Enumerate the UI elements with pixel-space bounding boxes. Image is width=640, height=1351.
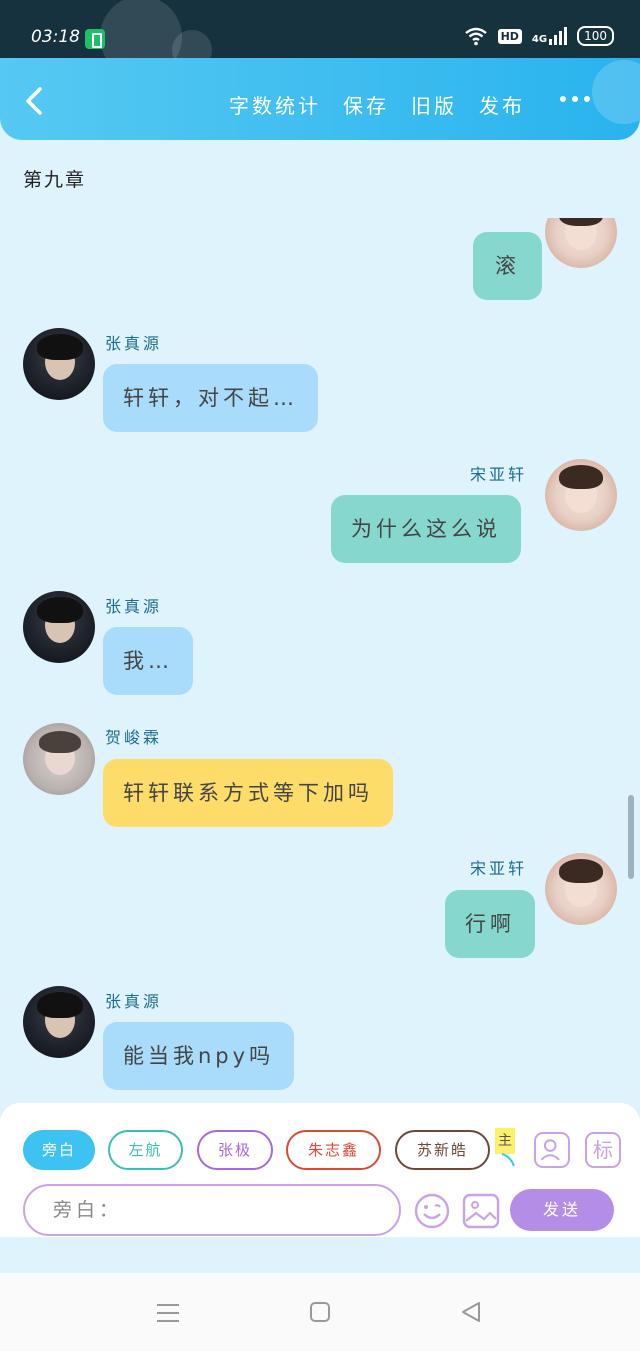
old-version-button[interactable]: 旧版 — [411, 90, 457, 119]
message-bubble[interactable]: 能当我npy吗 — [103, 1022, 295, 1090]
editor-header: 字数统计 保存 旧版 发布 — [0, 58, 640, 140]
sender-name: 张真源 — [105, 334, 163, 353]
scrollbar[interactable] — [628, 795, 634, 879]
message-bubble[interactable]: 为什么这么说 — [331, 495, 521, 563]
home-icon[interactable] — [309, 1301, 331, 1323]
back-nav-icon[interactable] — [459, 1300, 483, 1324]
send-button[interactable]: 发送 — [510, 1189, 614, 1231]
decorative-bubble — [592, 60, 640, 124]
message-bubble[interactable]: 轩轩联系方式等下加吗 — [103, 759, 393, 827]
sender-name: 贺峻霖 — [105, 728, 163, 747]
person-icon — [540, 1139, 560, 1161]
save-button[interactable]: 保存 — [343, 90, 389, 119]
image-icon[interactable] — [462, 1193, 500, 1229]
emoji-icon[interactable] — [413, 1192, 451, 1230]
message-bubble[interactable]: 轩轩，对不起… — [103, 364, 318, 432]
message-bubble[interactable]: 滚 — [473, 232, 542, 300]
sender-name: 张真源 — [105, 597, 163, 616]
menu-icon[interactable] — [156, 1302, 180, 1324]
more-dot-icon — [560, 96, 566, 102]
header-actions: 字数统计 保存 旧版 发布 — [229, 90, 525, 119]
zhang-zhenyuan-avatar[interactable] — [23, 328, 95, 400]
battery-icon: 100 — [577, 26, 614, 46]
mark-button[interactable]: 标 — [585, 1132, 621, 1168]
more-dot-icon — [584, 96, 590, 102]
character-chip-narration[interactable]: 旁白 — [23, 1130, 95, 1170]
hd-icon: HD — [497, 28, 522, 44]
song-yaxuan-avatar[interactable] — [545, 218, 617, 268]
message-bubble[interactable]: 行啊 — [445, 890, 535, 958]
system-navigation-bar — [0, 1273, 640, 1351]
clock: 03:18 — [31, 27, 80, 47]
battery-saver-icon — [85, 29, 105, 49]
wifi-icon — [464, 27, 487, 46]
character-chip-zhangji[interactable]: 张极 — [197, 1130, 273, 1170]
character-profile-icon[interactable] — [534, 1132, 570, 1168]
sender-name: 张真源 — [105, 992, 163, 1011]
he-junlin-avatar[interactable] — [23, 723, 95, 795]
tag-pointer-icon — [501, 1153, 515, 1167]
chapter-title: 第九章 — [23, 169, 87, 191]
character-chip-zhuzhixin[interactable]: 朱志鑫 — [286, 1130, 381, 1170]
sender-name: 宋亚轩 — [470, 859, 528, 878]
word-count-button[interactable]: 字数统计 — [229, 90, 321, 119]
zhang-zhenyuan-avatar[interactable] — [23, 986, 95, 1058]
message-bubble[interactable]: 我… — [103, 627, 193, 695]
status-icons: HD 4G 100 — [464, 26, 614, 46]
main-character-tag[interactable]: 主 — [495, 1128, 515, 1154]
character-chip-zuohang[interactable]: 左航 — [108, 1130, 183, 1170]
status-bar: 03:18 HD 4G 100 — [0, 0, 640, 78]
panel-bottom-strip — [0, 1237, 640, 1273]
cellular-signal: 4G — [532, 27, 568, 45]
song-yaxuan-avatar[interactable] — [545, 459, 617, 531]
signal-icon — [549, 27, 568, 45]
more-options-button[interactable] — [560, 96, 590, 102]
sender-name: 宋亚轩 — [470, 465, 528, 484]
more-dot-icon — [572, 96, 578, 102]
back-button[interactable] — [22, 86, 46, 116]
song-yaxuan-avatar[interactable] — [545, 853, 617, 925]
message-input[interactable]: 旁白： — [23, 1184, 401, 1236]
zhang-zhenyuan-avatar[interactable] — [23, 591, 95, 663]
publish-button[interactable]: 发布 — [479, 90, 525, 119]
character-chip-suxinhao[interactable]: 苏新皓 — [395, 1130, 490, 1170]
